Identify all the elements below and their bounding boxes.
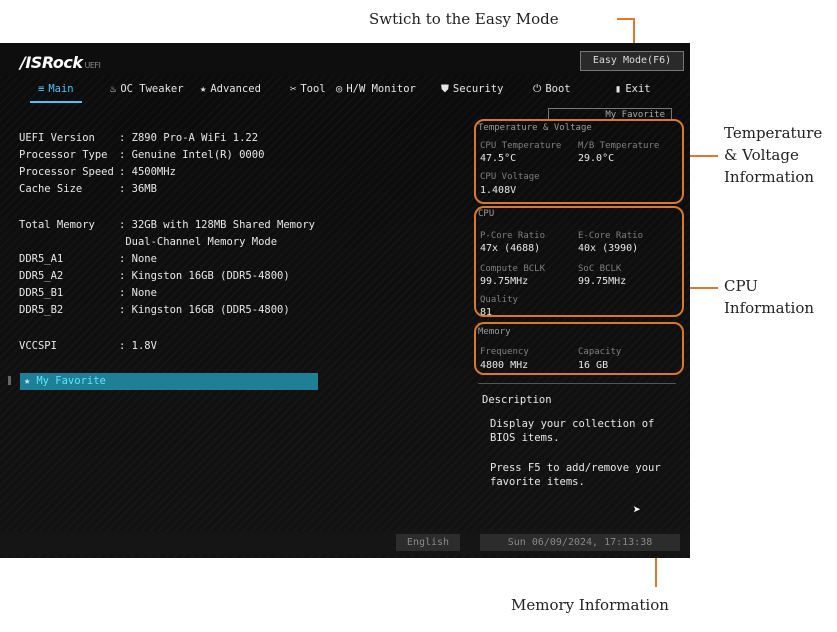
selection-marker (8, 376, 11, 385)
description-title: Description (482, 394, 552, 406)
easy-mode-button[interactable]: Easy Mode(F6) (580, 51, 684, 71)
my-favorite-item[interactable]: ★ My Favorite (20, 373, 318, 390)
cpu-callout: CPU Information (724, 275, 814, 319)
shield-icon: ⛊ (441, 83, 449, 95)
tab-oc-tweaker[interactable]: ♨ OC Tweaker (110, 81, 184, 97)
memory-highlight-box (474, 322, 684, 375)
info-ddr5-a1: DDR5_A1: None (19, 253, 157, 265)
tab-exit[interactable]: ▮ Exit (615, 81, 651, 97)
info-ddr5-b2: DDR5_B2: Kingston 16GB (DDR5-4800) (19, 304, 290, 316)
info-cache-size: Cache Size: 36MB (19, 183, 157, 195)
description-text-2: Press F5 to add/remove your favorite ite… (490, 462, 661, 488)
panel-divider (478, 383, 676, 384)
cpu-callout-line2: Information (724, 299, 815, 317)
easy-mode-callout: Swtich to the Easy Mode (369, 10, 559, 28)
datetime-display: Sun 06/09/2024, 17:13:38 (480, 534, 680, 551)
top-bar: /ISRock UEFI Easy Mode(F6) (0, 43, 690, 75)
tab-tool[interactable]: ✂ Tool (290, 81, 326, 97)
info-processor-type: Processor Type: Genuine Intel(R) 0000 (19, 149, 265, 161)
cpu-callout-line1: CPU (724, 277, 758, 295)
list-icon: ≡ (38, 83, 45, 95)
info-vccspi: VCCSPI: 1.8V (19, 340, 157, 352)
info-processor-speed: Processor Speed: 4500MHz (19, 166, 176, 178)
info-total-memory: Total Memory: 32GB with 128MB Shared Mem… (19, 219, 315, 231)
flame-icon: ♨ (110, 83, 117, 95)
temp-callout: Temperature & Voltage Information (724, 122, 822, 188)
main-tabs: ≡ Main ♨ OC Tweaker ★ Advanced ✂ Tool ◎ H/W M… (0, 75, 690, 103)
info-memory-mode: Dual-Channel Memory Mode (119, 236, 278, 248)
info-uefi-version: UEFI Version: Z890 Pro-A WiFi 1.22 (19, 132, 259, 144)
power-icon: ⏻ (533, 83, 542, 95)
temp-callout-line2: & Voltage (724, 146, 799, 164)
star-icon: ★ (200, 83, 207, 95)
tab-security[interactable]: ⛊ Security (441, 81, 503, 97)
tab-advanced[interactable]: ★ Advanced (200, 81, 261, 97)
info-ddr5-a2: DDR5_A2: Kingston 16GB (DDR5-4800) (19, 270, 290, 282)
tab-main[interactable]: ≡ Main (30, 81, 82, 103)
memory-callout: Memory Information (511, 596, 669, 614)
asrock-logo: /ISRock UEFI (20, 53, 101, 72)
tab-boot[interactable]: ⏻ Boot (533, 81, 571, 97)
tool-icon: ✂ (290, 83, 297, 95)
temp-callout-line1: Temperature (724, 124, 823, 142)
temp-callout-line3: Information (724, 168, 815, 186)
temp-highlight-box (474, 119, 684, 204)
info-ddr5-b1: DDR5_B1: None (19, 287, 157, 299)
mouse-cursor-icon: ➤ (633, 503, 641, 518)
tab-hw-monitor[interactable]: ◎ H/W Monitor (336, 81, 416, 97)
language-button[interactable]: English (396, 534, 460, 551)
star-icon: ★ (24, 375, 31, 387)
exit-icon: ▮ (615, 83, 622, 95)
easy-mode-leader-v (633, 18, 635, 44)
cpu-highlight-box (474, 206, 684, 317)
description-text-1: Display your collection of BIOS items. (490, 418, 655, 444)
monitor-icon: ◎ (336, 83, 343, 95)
